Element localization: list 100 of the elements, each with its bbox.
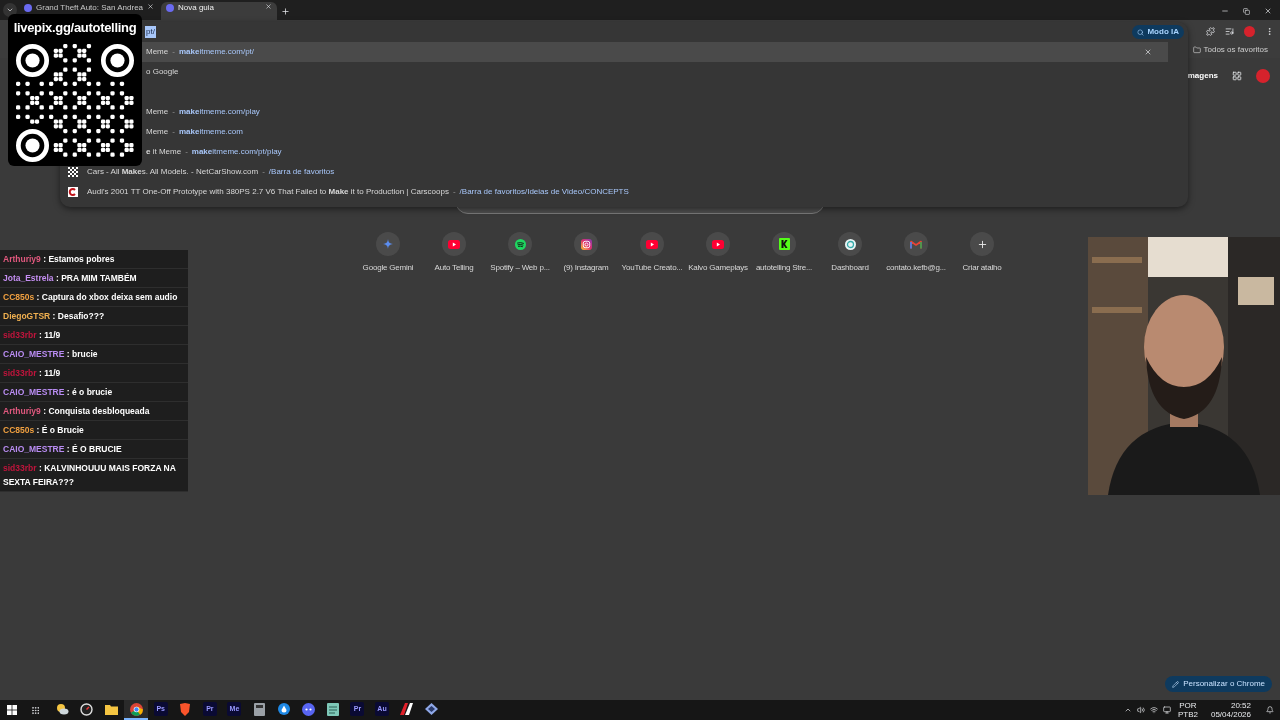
search-icon [1137,28,1145,36]
caret-icon [6,6,14,14]
notepad-icon [326,702,339,716]
start-icon[interactable] [7,705,17,715]
sparkle-icon [383,239,393,249]
task-view-icon[interactable] [31,705,40,715]
suggestion-text: Meme [146,46,169,58]
shortcut-tile[interactable]: (9) Instagram [553,232,619,274]
shortcut-tile[interactable]: Auto Telling [421,232,487,274]
drop-icon [277,703,290,715]
checkered-flag-icon [68,167,78,177]
notification-icon[interactable] [1266,706,1274,714]
customize-chrome-button[interactable]: Personalizar o Chrome [1165,676,1272,692]
separator-text: - [172,106,175,118]
chrome-icon [129,702,143,716]
shortcut-label: contato.kefb@g... [886,262,946,274]
clock-time[interactable]: 20:52 [1230,701,1251,710]
close-icon[interactable] [1264,7,1272,15]
shortcut-label: autotelling Stre... [755,262,813,274]
minimize-icon[interactable] [1221,7,1229,15]
suggestion-text: o Google [146,66,179,78]
chat-message: CC850s : Captura do xbox deixa sem audio [0,288,188,307]
shortcut-tile[interactable]: contato.kefb@g... [883,232,949,274]
new-tab-icon[interactable] [281,7,290,16]
playlist-icon[interactable] [1225,26,1234,36]
site-favicon-icon [68,187,78,197]
weather-icon [55,703,69,715]
ai-mode-button[interactable]: Modo IA [1132,25,1184,39]
language-label[interactable]: POR [1179,701,1197,710]
play-icon [712,239,724,249]
display-icon[interactable] [1162,706,1171,714]
chat-message: Arthuriy9 : Conquista desbloqueada [0,402,188,421]
suggestion-row[interactable]: Cars - All Makes. All Models. - NetCarShow.com - /Barra de favoritos [60,162,1188,182]
shortcut-label: YouTube Creato... [621,262,683,274]
clock-date[interactable]: 05/04/2026 [1210,710,1251,719]
puzzle-icon[interactable] [1206,26,1215,36]
controller-icon [301,702,315,716]
separator-text: - [185,146,188,158]
suggestion-url: /Barra de favoritos/Ideias de Video/CONCEPTS [459,186,629,198]
keyboard-layout-label[interactable]: PTB2 [1177,710,1198,719]
chat-message: DiegoGTSR : Desafio??? [0,307,188,326]
apps-grid-icon[interactable] [1232,71,1242,81]
calculator-icon [253,702,265,716]
pencil-icon [1172,680,1180,688]
tab-search-button[interactable] [3,3,17,17]
chat-message: CAIO_MESTRE : É O BRUCIE [0,440,188,459]
chat-message: Jota_Estrela : PRA MIM TAMBÉM [0,269,188,288]
separator-text: - [262,166,265,178]
suggestion-text: e it Meme [146,146,182,158]
shortcut-tile[interactable]: Kalvo Gameplays [685,232,751,274]
shield-icon [179,702,192,716]
separator-text: - [172,46,175,58]
menu-icon[interactable] [1265,26,1274,36]
chevron-icon[interactable] [1123,706,1132,714]
shortcut-tile[interactable]: YouTube Creato... [619,232,685,274]
restore-icon[interactable] [1243,7,1250,15]
mail-icon [910,239,922,249]
folder-icon [105,703,118,715]
suggestion-url: makeitmeme.com/play [178,106,260,118]
tab-title: Nova guia [178,3,216,13]
shortcut-tile[interactable]: Criar atalho [949,232,1015,274]
shortcut-label: Kalvo Gameplays [688,262,748,274]
chat-message: CAIO_MESTRE : brucie [0,345,188,364]
shortcut-tile[interactable]: Dashboard [817,232,883,274]
separator-text: - [452,186,456,198]
folder-icon [1192,46,1201,54]
suggestion-text: Audi's 2001 TT One-Off Prototype with 380PS 2.7 V6 That Failed to Make it to Production | Carscoops [87,186,449,198]
add-icon [976,238,988,250]
remove-icon[interactable] [1144,48,1152,56]
play-icon [646,239,658,249]
suggestion-url: makeitmeme.com/pt/play [191,146,282,158]
close-icon[interactable] [265,3,272,10]
play-icon [448,239,460,249]
suggestion-url: makeitmeme.com/pt/ [178,46,255,58]
kick-icon [778,238,790,250]
shortcut-tile[interactable]: Google Gemini [355,232,421,274]
suggestion-text: Cars - All Makes. All Models. - NetCarShow.com [87,166,259,178]
camera-icon [580,238,592,250]
suggestion-text: Meme [146,126,169,138]
shortcut-label: Dashboard [831,262,869,274]
network-icon[interactable] [1149,706,1158,714]
shortcut-tile[interactable]: autotelling Stre... [751,232,817,274]
chat-message: sid33rbr : 11/9 [0,364,188,383]
taskbar-app[interactable] [123,700,149,720]
dashboard-icon [844,238,856,250]
favicon-icon [166,4,174,12]
browser-tab[interactable]: Nova guia [161,2,277,20]
close-icon[interactable] [147,3,155,10]
shortcut-label: Google Gemini [362,262,414,274]
favicon-icon [24,4,32,12]
shortcut-label: (9) Instagram [563,262,609,274]
address-field[interactable]: pt/ [145,26,156,38]
suggestion-url: makeitmeme.com [178,126,243,138]
shortcut-label: Spotify – Web p... [490,262,550,274]
chat-message: CAIO_MESTRE : é o brucie [0,383,188,402]
suggestion-row[interactable]: Audi's 2001 TT One-Off Prototype with 380PS 2.7 V6 That Failed to Make it to Production | Carscoops - /Barra de favoritos/Ideias de Video/CONCEPTS [60,182,1188,202]
separator-text: - [172,126,175,138]
shortcut-tile[interactable]: Spotify – Web p... [487,232,553,274]
volume-icon[interactable] [1136,706,1145,714]
all-bookmarks-button[interactable]: Todos os favoritos [1192,44,1268,56]
